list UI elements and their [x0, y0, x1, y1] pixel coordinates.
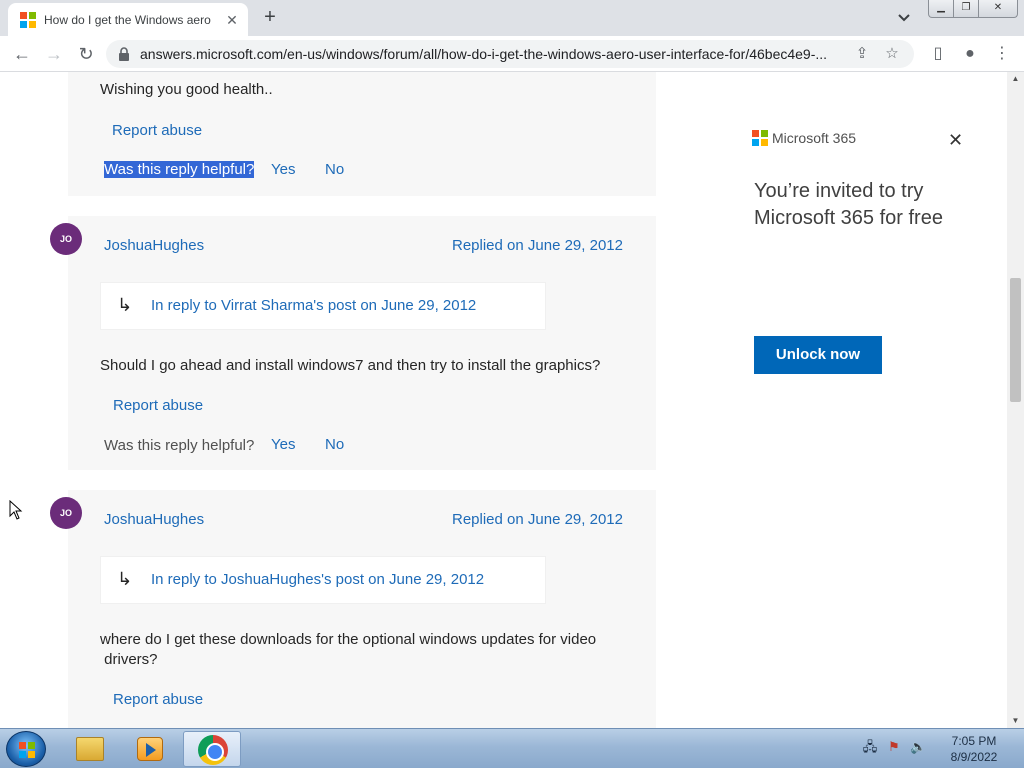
unlock-now-button[interactable]: Unlock now [754, 336, 882, 374]
in-reply-box: ↳ In reply to JoshuaHughes's post on Jun… [100, 556, 546, 604]
start-button[interactable] [6, 731, 46, 767]
in-reply-link[interactable]: In reply to JoshuaHughes's post on June … [151, 571, 484, 588]
avatar[interactable]: JO [50, 497, 82, 529]
message-text: Should I go ahead and install windows7 a… [100, 357, 601, 374]
clock-time: 7:05 PM [951, 734, 997, 748]
helpful-no-button[interactable]: No [325, 161, 344, 178]
report-abuse-link[interactable]: Report abuse [112, 122, 202, 139]
author-name[interactable]: JoshuaHughes [104, 237, 204, 254]
page-content: Wishing you good health.. Report abuse W… [0, 72, 1024, 728]
helpful-yes-button[interactable]: Yes [271, 436, 295, 453]
system-clock[interactable]: 7:05 PM 8/9/2022 [940, 733, 1008, 765]
reply-card: Wishing you good health.. Report abuse W… [68, 72, 656, 196]
new-tab-button[interactable]: + [258, 6, 282, 30]
message-text-line: where do I get these downloads for the o… [100, 631, 597, 648]
menu-kebab-icon[interactable]: ⋮ [990, 42, 1014, 66]
avatar[interactable]: JO [50, 223, 82, 255]
network-icon[interactable]: 🖧 [862, 739, 878, 755]
message-text-line: drivers? [100, 651, 158, 668]
ad-close-icon[interactable]: ✕ [948, 130, 963, 151]
maximize-button[interactable]: ❐ [953, 0, 979, 18]
tab-title: How do I get the Windows aero [44, 12, 211, 27]
volume-icon[interactable]: 🔈 [910, 739, 926, 755]
tab-close-icon[interactable]: ✕ [224, 12, 240, 28]
report-abuse-link[interactable]: Report abuse [113, 397, 203, 414]
side-panel-icon[interactable]: ▯ [926, 42, 950, 66]
message-text: Wishing you good health.. [100, 81, 273, 98]
clock-date: 8/9/2022 [950, 750, 998, 764]
helpful-question: Was this reply helpful? [104, 437, 255, 454]
close-window-button[interactable]: ✕ [978, 0, 1018, 18]
chrome-icon [198, 735, 228, 765]
bookmark-star-icon[interactable]: ☆ [882, 44, 902, 64]
back-button[interactable]: ← [10, 42, 34, 66]
system-tray: 🖧 ⚑ 🔈 [862, 739, 926, 755]
reply-arrow-icon: ↳ [117, 569, 133, 589]
url-text: answers.microsoft.com/en-us/windows/foru… [140, 46, 828, 62]
reload-button[interactable]: ↻ [74, 42, 98, 66]
helpful-yes-button[interactable]: Yes [271, 161, 295, 178]
ad-headline: You’re invited to try Microsoft 365 for … [754, 180, 943, 229]
forward-button[interactable]: → [42, 42, 66, 66]
ad-brand: Microsoft 365 [772, 130, 857, 146]
taskbar-media-player[interactable] [121, 731, 179, 767]
microsoft-logo-icon [752, 130, 768, 146]
tab-search-icon[interactable] [894, 7, 914, 27]
helpful-no-button[interactable]: No [325, 436, 344, 453]
browser-toolbar: ← → ↻ answers.microsoft.com/en-us/window… [0, 36, 1024, 72]
scroll-down-icon[interactable]: ▼ [1007, 714, 1024, 728]
in-reply-box: ↳ In reply to Virrat Sharma's post on Ju… [100, 282, 546, 330]
taskbar-chrome[interactable] [183, 731, 241, 767]
helpful-question: Was this reply helpful? [104, 161, 255, 178]
reply-card [68, 216, 656, 470]
in-reply-link[interactable]: In reply to Virrat Sharma's post on June… [151, 297, 476, 314]
folder-icon [76, 737, 104, 761]
address-bar[interactable]: answers.microsoft.com/en-us/windows/foru… [106, 40, 914, 68]
media-player-icon [137, 737, 163, 761]
microsoft-365-ad: Microsoft 365 ✕ You’re invited to try Mi… [752, 130, 972, 374]
taskbar-explorer[interactable] [60, 731, 118, 767]
windows-taskbar: 🖧 ⚑ 🔈 7:05 PM 8/9/2022 [0, 728, 1024, 768]
profile-icon[interactable]: ● [958, 42, 982, 66]
reply-arrow-icon: ↳ [117, 295, 133, 315]
microsoft-favicon-icon [20, 11, 36, 28]
author-name[interactable]: JoshuaHughes [104, 511, 204, 528]
action-center-flag-icon[interactable]: ⚑ [886, 739, 902, 755]
scrollbar-thumb[interactable] [1010, 278, 1021, 402]
scroll-up-icon[interactable]: ▲ [1007, 72, 1024, 86]
browser-tab[interactable]: How do I get the Windows aero ✕ [8, 3, 248, 36]
report-abuse-link[interactable]: Report abuse [113, 691, 203, 708]
lock-icon [119, 47, 129, 61]
tab-strip: How do I get the Windows aero ✕ + ▁ ❐ ✕ [0, 0, 1024, 36]
share-icon[interactable]: ⇪ [852, 44, 872, 64]
microsoft-365-logo: Microsoft 365 [752, 130, 972, 146]
minimize-button[interactable]: ▁ [928, 0, 954, 18]
page-scrollbar[interactable]: ▲ ▼ [1007, 72, 1024, 728]
reply-date[interactable]: Replied on June 29, 2012 [452, 237, 623, 254]
windows-flag-icon [19, 742, 35, 758]
reply-date[interactable]: Replied on June 29, 2012 [452, 511, 623, 528]
mouse-cursor-icon [9, 500, 23, 520]
